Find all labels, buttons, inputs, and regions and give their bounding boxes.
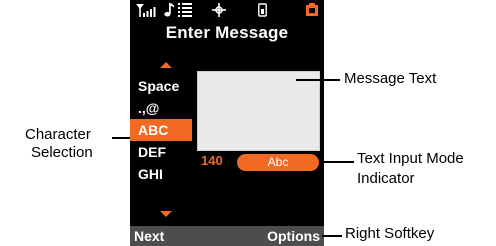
battery-icon [306,3,318,16]
char-option-space[interactable]: Space [130,75,192,97]
scroll-up-arrow-icon[interactable] [160,62,172,68]
callout-line-character-selection [112,137,130,139]
char-option-ghi[interactable]: GHI [130,163,192,185]
music-note-icon [164,3,174,17]
location-icon [212,3,226,17]
softkey-bar: Next Options [130,226,324,246]
char-option-punctuation[interactable]: .,@ [130,97,192,119]
screen-title: Enter Message [165,23,289,42]
signal-strength-icon [136,4,156,17]
callout-line-input-mode [322,161,354,163]
text-input-mode-indicator: Abc [237,154,319,171]
left-softkey-next[interactable]: Next [134,226,164,246]
callout-character-label-line1: Character [25,126,91,143]
callout-input-mode-line2: Indicator [357,170,415,187]
right-softkey-options[interactable]: Options [267,226,320,246]
callout-character-label-line2: Selection [31,144,93,161]
lock-icon [258,3,267,17]
callout-message-text: Message Text [344,70,437,87]
char-option-def[interactable]: DEF [130,141,192,163]
callout-input-mode-line1: Text Input Mode [357,150,464,167]
message-icon [178,3,192,17]
callout-right-softkey: Right Softkey [345,225,435,242]
message-text-area[interactable] [197,71,320,151]
scroll-down-arrow-icon[interactable] [160,211,172,217]
character-count: 140 [201,153,223,168]
callout-line-message-text [296,79,340,81]
callout-line-right-softkey [322,235,342,237]
phone-screen: Enter Message Space .,@ ABC DEF GHI 140 … [130,0,324,246]
char-option-abc-selected[interactable]: ABC [130,119,192,141]
